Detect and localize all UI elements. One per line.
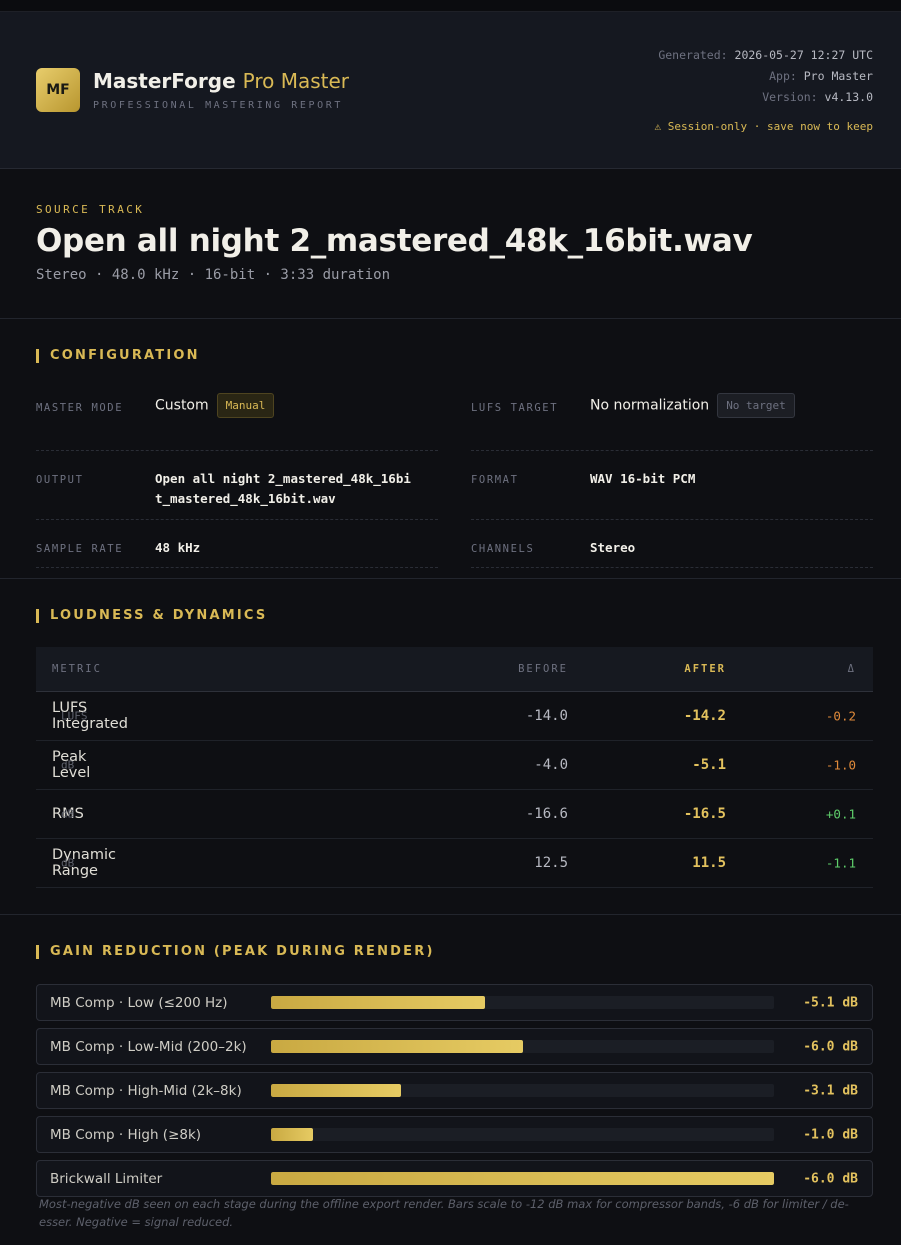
section-accent-bar [36, 944, 39, 959]
after-value: -16.5 [683, 806, 726, 822]
after-value: -5.1 [692, 757, 726, 773]
gain-stage-value: -1.0 dB [803, 1127, 858, 1142]
gain-stage-label: MB Comp · Low-Mid (200–2k) [50, 1038, 247, 1055]
brand-name: MasterForge [93, 69, 236, 93]
gain-stage-value: -6.0 dB [803, 1171, 858, 1186]
gain-stage-label: MB Comp · High (≥8k) [50, 1126, 202, 1143]
gain-bar-fill [271, 1128, 313, 1141]
metric-unit: dB [61, 807, 75, 821]
meta-generated: Generated: 2026-05-27 12:27 UTC [658, 48, 873, 62]
before-value: 12.5 [534, 855, 568, 871]
window-top-strip [0, 0, 901, 12]
gain-stage-row: MB Comp · High-Mid (2k–8k) -3.1 dB [36, 1072, 873, 1109]
delta-value: -1.1 [825, 855, 856, 871]
track-title: Open all night 2_mastered_48k_16bit.wav [36, 223, 753, 259]
gain-stage-row: Brickwall Limiter -6.0 dB [36, 1160, 873, 1197]
configuration-section: CONFIGURATION MASTER MODE Custom Manual L… [0, 319, 901, 579]
lufs-target-badge: No target [717, 393, 795, 418]
gain-bar-fill [271, 996, 485, 1009]
section-accent-bar [36, 608, 39, 623]
section-accent-bar [36, 348, 39, 363]
cfg-channels: CHANNELS Stereo [471, 520, 873, 568]
gain-reduction-note: Most-negative dB seen on each stage duri… [39, 1197, 849, 1229]
report-header: MF MasterForge Pro Master PROFESSIONAL M… [0, 12, 901, 169]
cfg-output: OUTPUT Open all night 2_mastered_48k_16b… [36, 451, 438, 520]
metric-unit: dB [61, 758, 75, 772]
master-mode-badge: Manual [216, 393, 275, 418]
report-meta: Generated: 2026-05-27 12:27 UTC App: Pro… [654, 48, 873, 133]
gain-bar-track [271, 1040, 774, 1053]
col-before: BEFORE [518, 663, 568, 675]
gain-stage-label: Brickwall Limiter [50, 1170, 163, 1187]
cfg-lufs-target: LUFS TARGET No normalization No target [471, 389, 873, 451]
gain-bar-track [271, 1084, 774, 1097]
brand-accent: Pro Master [242, 69, 349, 93]
cfg-master-mode: MASTER MODE Custom Manual [36, 389, 438, 451]
col-delta: Δ [847, 663, 856, 675]
gain-bar-track [271, 996, 774, 1009]
gain-reduction-title: GAIN REDUCTION (PEAK DURING RENDER) [36, 944, 873, 959]
gain-reduction-list: MB Comp · Low (≤200 Hz) -5.1 dB MB Comp · … [36, 984, 873, 1204]
gain-bar-fill [271, 1172, 774, 1185]
gain-reduction-section: GAIN REDUCTION (PEAK DURING RENDER) MB C… [0, 915, 901, 1197]
gain-stage-value: -6.0 dB [803, 1039, 858, 1054]
loudness-table-header: METRIC BEFORE AFTER Δ [36, 647, 873, 692]
source-track-section: SOURCE TRACK Open all night 2_mastered_4… [0, 169, 901, 319]
after-value: 11.5 [692, 855, 726, 871]
before-value: -16.6 [525, 806, 568, 822]
delta-value: +0.1 [825, 806, 856, 822]
gain-stage-value: -3.1 dB [803, 1083, 858, 1098]
configuration-title: CONFIGURATION [36, 348, 873, 363]
gain-stage-row: MB Comp · High (≥8k) -1.0 dB [36, 1116, 873, 1153]
track-details: Stereo · 48.0 kHz · 16-bit · 3:33 durati… [36, 267, 391, 283]
session-warning: ⚠ Session-only · save now to keep [654, 120, 873, 133]
delta-value: -1.0 [825, 757, 856, 773]
lufs-target-value: No normalization [590, 397, 710, 414]
brand-subtitle: PROFESSIONAL MASTERING REPORT [93, 100, 343, 111]
master-mode-value: Custom [155, 397, 209, 414]
gain-stage-label: MB Comp · High-Mid (2k–8k) [50, 1082, 242, 1099]
loudness-section: LOUDNESS & DYNAMICS METRIC BEFORE AFTER … [0, 579, 901, 915]
gain-bar-fill [271, 1040, 523, 1053]
gain-bar-track [271, 1172, 774, 1185]
table-row: Peak Level dB -4.0 -5.1 -1.0 [36, 741, 873, 790]
loudness-title: LOUDNESS & DYNAMICS [36, 608, 873, 623]
gain-stage-label: MB Comp · Low (≤200 Hz) [50, 994, 228, 1011]
brand-text: MasterForge Pro Master PROFESSIONAL MAST… [93, 69, 349, 111]
loudness-table: METRIC BEFORE AFTER Δ LUFS Integrated LUF… [36, 647, 873, 888]
before-value: -14.0 [525, 708, 568, 724]
table-row: LUFS Integrated LUFS -14.0 -14.2 -0.2 [36, 692, 873, 741]
source-eyebrow: SOURCE TRACK [36, 203, 145, 216]
loudness-rows: LUFS Integrated LUFS -14.0 -14.2 -0.2 Peak Le… [36, 692, 873, 888]
after-value: -14.2 [683, 708, 726, 724]
col-metric: METRIC [52, 663, 102, 675]
cfg-format: FORMAT WAV 16-bit PCM [471, 451, 873, 520]
format-value: WAV 16-bit PCM [590, 471, 696, 486]
sample-rate-value: 48 kHz [155, 540, 201, 555]
logo-badge: MF [36, 68, 80, 112]
gain-stage-row: MB Comp · Low-Mid (200–2k) -6.0 dB [36, 1028, 873, 1065]
cfg-sample-rate: SAMPLE RATE 48 kHz [36, 520, 438, 568]
brand: MF MasterForge Pro Master PROFESSIONAL M… [36, 68, 349, 112]
delta-value: -0.2 [825, 708, 856, 724]
gain-bar-track [271, 1128, 774, 1141]
metric-unit: LUFS [61, 709, 88, 723]
channels-value: Stereo [590, 540, 636, 555]
metric-unit: dB [61, 856, 75, 870]
table-row: Dynamic Range dB 12.5 11.5 -1.1 [36, 839, 873, 888]
output-value: Open all night 2_mastered_48k_16bi t_mas… [155, 471, 411, 506]
meta-app: App: Pro Master [769, 69, 873, 83]
gain-bar-fill [271, 1084, 401, 1097]
brand-title: MasterForge Pro Master [93, 69, 349, 93]
col-after: AFTER [684, 663, 726, 675]
meta-version: Version: v4.13.0 [762, 90, 873, 104]
gain-stage-row: MB Comp · Low (≤200 Hz) -5.1 dB [36, 984, 873, 1021]
before-value: -4.0 [534, 757, 568, 773]
gain-stage-value: -5.1 dB [803, 995, 858, 1010]
table-row: RMS dB -16.6 -16.5 +0.1 [36, 790, 873, 839]
